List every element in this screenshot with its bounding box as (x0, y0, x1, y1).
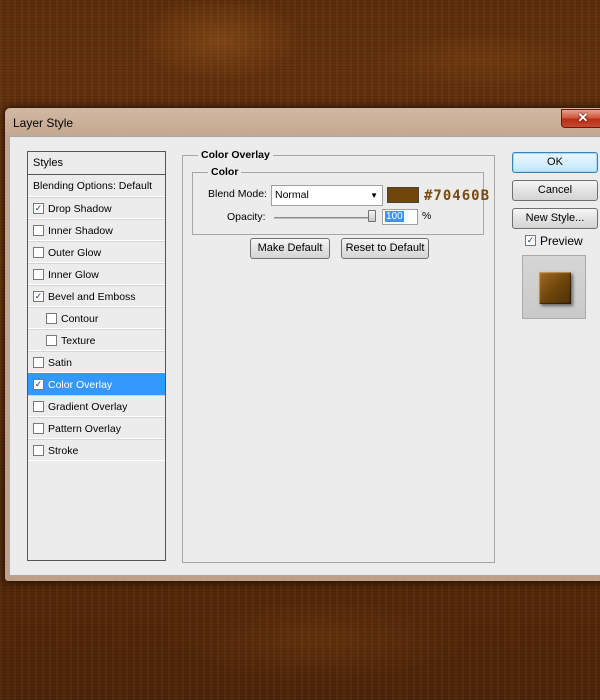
style-item-stroke[interactable]: Stroke (28, 439, 165, 461)
color-group-title: Color (208, 166, 242, 178)
styles-list: Styles Blending Options: Default ✓ Drop S… (27, 151, 166, 561)
checkbox[interactable] (33, 444, 44, 456)
style-preview (522, 255, 586, 319)
dialog-body: Styles Blending Options: Default ✓ Drop S… (9, 136, 600, 576)
checkbox[interactable] (33, 268, 44, 280)
style-item-label: Color Overlay (48, 379, 113, 391)
checkbox[interactable] (33, 422, 44, 434)
style-item-label: Contour (61, 313, 99, 325)
opacity-slider-thumb[interactable] (368, 210, 376, 222)
checkbox[interactable] (33, 400, 44, 412)
style-item-label: Drop Shadow (48, 203, 112, 215)
style-item-label: Gradient Overlay (48, 401, 128, 413)
checkbox[interactable]: ✓ (33, 378, 44, 390)
style-item-satin[interactable]: Satin (28, 351, 165, 373)
make-default-button[interactable]: Make Default (250, 238, 330, 259)
preview-label: Preview (540, 234, 583, 248)
checkbox[interactable]: ✓ (33, 202, 44, 214)
style-item-label: Bevel and Emboss (48, 291, 136, 303)
checkbox[interactable] (33, 356, 44, 368)
checkbox[interactable] (33, 224, 44, 236)
checkbox[interactable] (46, 334, 57, 346)
style-item-outer-glow[interactable]: Outer Glow (28, 241, 165, 263)
new-style-button[interactable]: New Style... (512, 208, 598, 229)
style-item-drop-shadow[interactable]: ✓ Drop Shadow (28, 197, 165, 219)
layer-style-dialog: Layer Style ✕ Styles Blending Options: D… (4, 107, 600, 582)
blend-mode-select[interactable]: Normal ▼ (271, 185, 383, 206)
style-item-texture[interactable]: Texture (28, 329, 165, 351)
preview-swatch (539, 272, 571, 304)
blend-mode-value: Normal (275, 189, 309, 201)
style-item-label: Inner Glow (48, 269, 99, 281)
cancel-button[interactable]: Cancel (512, 180, 598, 201)
style-item-label: Outer Glow (48, 247, 102, 259)
opacity-unit: % (422, 210, 432, 222)
blending-options-item[interactable]: Blending Options: Default (28, 175, 165, 197)
style-item-contour[interactable]: Contour (28, 307, 165, 329)
opacity-value: 100 (385, 211, 404, 222)
checkbox[interactable] (46, 312, 57, 324)
opacity-input[interactable]: 100 (382, 209, 418, 225)
style-item-label: Pattern Overlay (48, 423, 121, 435)
style-item-label: Stroke (48, 445, 79, 457)
dialog-title: Layer Style (13, 116, 74, 130)
style-item-inner-glow[interactable]: Inner Glow (28, 263, 165, 285)
style-item-bevel-emboss[interactable]: ✓ Bevel and Emboss (28, 285, 165, 307)
style-item-color-overlay[interactable]: ✓ Color Overlay (28, 373, 165, 395)
style-item-label: Inner Shadow (48, 225, 113, 237)
checkbox[interactable]: ✓ (33, 290, 44, 302)
opacity-slider-track[interactable] (274, 217, 376, 219)
reset-default-button[interactable]: Reset to Default (341, 238, 429, 259)
close-button[interactable]: ✕ (561, 109, 600, 128)
preview-toggle[interactable]: ✓ Preview (525, 234, 583, 248)
style-item-gradient-overlay[interactable]: Gradient Overlay (28, 395, 165, 417)
styles-header[interactable]: Styles (28, 152, 165, 175)
opacity-label: Opacity: (227, 211, 266, 223)
ok-button[interactable]: OK (512, 152, 598, 173)
checkbox[interactable] (33, 246, 44, 258)
overlay-color-swatch[interactable] (387, 187, 419, 203)
blend-mode-label: Blend Mode: (208, 188, 267, 200)
style-item-inner-shadow[interactable]: Inner Shadow (28, 219, 165, 241)
style-item-pattern-overlay[interactable]: Pattern Overlay (28, 417, 165, 439)
style-item-label: Satin (48, 357, 72, 369)
chevron-down-icon: ▼ (370, 191, 378, 200)
title-bar[interactable]: Layer Style ✕ (5, 108, 600, 136)
close-icon: ✕ (577, 110, 589, 125)
checkbox[interactable]: ✓ (525, 235, 536, 247)
color-overlay-title: Color Overlay (198, 149, 273, 161)
style-item-label: Texture (61, 335, 96, 347)
color-hex-label: #70460B (424, 188, 491, 204)
